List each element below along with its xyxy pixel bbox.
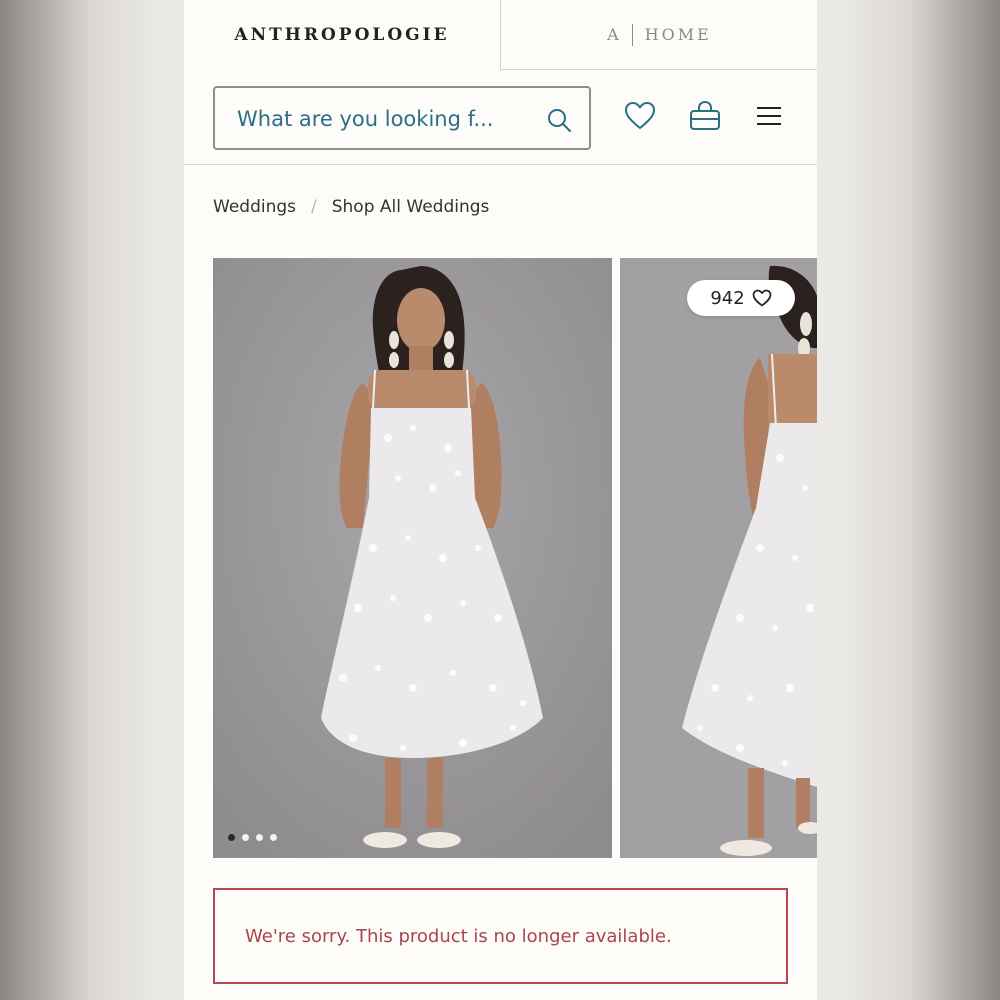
breadcrumb: Weddings / Shop All Weddings	[213, 197, 489, 217]
heart-icon	[625, 102, 655, 129]
favorite-count-badge[interactable]: 942	[687, 280, 795, 316]
carousel-dots	[228, 834, 277, 841]
brand-tabs: ANTHROPOLOGIE A HOME	[184, 0, 817, 70]
product-unavailable-notice: We're sorry. This product is no longer a…	[213, 888, 788, 984]
tab-anthropologie-label: ANTHROPOLOGIE	[234, 25, 450, 45]
carousel-dot[interactable]	[256, 834, 263, 841]
shopping-bag-icon	[690, 100, 720, 130]
search-icon[interactable]	[546, 107, 572, 133]
notice-message: We're sorry. This product is no longer a…	[245, 925, 672, 947]
product-image-front[interactable]	[213, 258, 612, 858]
tab-home-label: HOME	[644, 25, 712, 44]
shopping-bag-button[interactable]	[687, 98, 723, 134]
dress-photo-back	[620, 258, 817, 858]
product-image-back[interactable]	[620, 258, 817, 858]
carousel-dot[interactable]	[228, 834, 235, 841]
heart-outline-icon	[752, 289, 772, 307]
breadcrumb-separator: /	[311, 197, 317, 217]
breadcrumb-item-weddings[interactable]: Weddings	[213, 197, 296, 217]
tab-anthropologie[interactable]: ANTHROPOLOGIE	[184, 0, 500, 70]
favorite-count: 942	[710, 287, 745, 309]
mobile-page: ANTHROPOLOGIE A HOME What are you lookin…	[184, 0, 817, 1000]
dress-photo-front	[213, 258, 612, 858]
carousel-dot[interactable]	[242, 834, 249, 841]
tab-home-letter: A	[607, 25, 622, 44]
search-input[interactable]	[235, 88, 539, 150]
search-box[interactable]	[213, 86, 591, 150]
carousel-dot[interactable]	[270, 834, 277, 841]
breadcrumb-item-shop-all-weddings[interactable]: Shop All Weddings	[332, 197, 490, 217]
hamburger-menu-icon	[757, 107, 781, 125]
tab-a-home[interactable]: A HOME	[500, 0, 817, 70]
tab-home-divider	[631, 23, 633, 46]
site-header	[184, 70, 817, 165]
wishlist-button[interactable]	[622, 98, 658, 134]
menu-button[interactable]	[751, 98, 787, 134]
